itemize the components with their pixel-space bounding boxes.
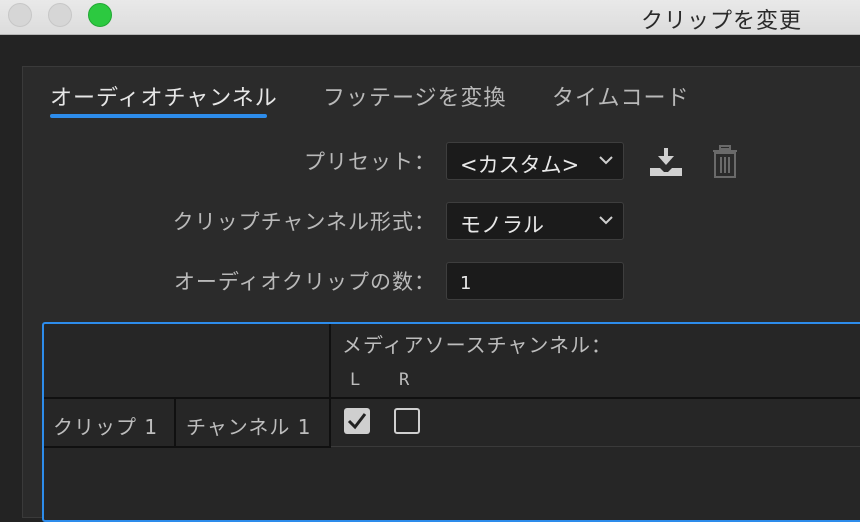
tab-timecode[interactable]: タイムコード	[552, 80, 690, 112]
preset-label: プリセット：	[304, 150, 436, 174]
column-divider	[329, 324, 331, 448]
window-title: クリップを変更	[640, 9, 802, 34]
checkbox-l-checked[interactable]	[344, 408, 370, 434]
checkbox-r-unchecked[interactable]	[394, 408, 420, 434]
clip-cell: クリップ 1	[53, 415, 159, 439]
zoom-window-button[interactable]	[88, 3, 112, 27]
channel-format-dropdown[interactable]: モノラル	[446, 202, 624, 240]
close-window-button[interactable]	[8, 3, 32, 27]
audio-clip-count-value: 1	[460, 273, 472, 294]
row-divider	[331, 446, 860, 447]
tab-audio-channels[interactable]: オーディオチャンネル	[50, 80, 278, 112]
media-source-channels-header: メディアソースチャンネル：	[342, 333, 612, 357]
active-tab-indicator	[50, 114, 267, 118]
preset-value: <カスタム>	[460, 153, 580, 177]
tab-footage[interactable]: フッテージを変換	[323, 80, 507, 112]
title-bar: クリップを変更	[0, 0, 860, 35]
audio-clip-count-label: オーディオクリップの数：	[173, 270, 436, 294]
channel-format-label: クリップチャンネル形式：	[172, 210, 436, 234]
column-divider	[174, 398, 176, 448]
channel-col-r: R	[399, 370, 411, 390]
row-divider	[44, 446, 331, 448]
audio-clip-count-input[interactable]: 1	[446, 262, 624, 300]
trash-icon[interactable]	[712, 145, 738, 179]
preset-dropdown[interactable]: <カスタム>	[446, 142, 624, 180]
checkmark-icon	[347, 413, 367, 430]
channel-col-l: L	[350, 370, 362, 390]
row-divider	[44, 397, 860, 399]
channel-cell: チャンネル 1	[186, 415, 312, 439]
chevron-down-icon	[599, 216, 613, 225]
minimize-window-button[interactable]	[48, 3, 72, 27]
save-preset-icon[interactable]	[648, 146, 684, 178]
channel-format-value: モノラル	[460, 213, 544, 237]
chevron-down-icon	[599, 156, 613, 165]
